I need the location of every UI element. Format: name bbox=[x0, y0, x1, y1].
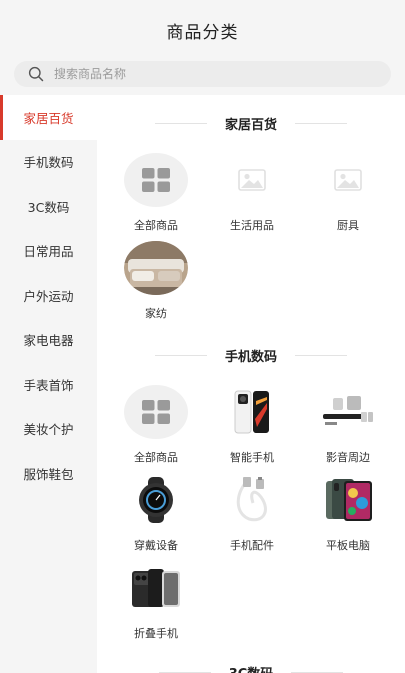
divider bbox=[154, 122, 207, 124]
subcategory-daily-goods[interactable]: 生活用品 bbox=[204, 151, 300, 239]
smartwatch-photo bbox=[124, 473, 188, 527]
sidebar-item-label: 手机数码 bbox=[23, 155, 74, 171]
section-title-phones-digital: 手机数码 bbox=[97, 327, 405, 383]
subcategory-kitchenware[interactable]: 厨具 bbox=[300, 151, 396, 239]
subcategory-label: 影音周边 bbox=[326, 451, 370, 464]
sidebar-item-label: 家居百货 bbox=[23, 110, 74, 126]
status-bar bbox=[0, 0, 405, 8]
search-bar bbox=[0, 52, 405, 93]
subcategory-label: 穿戴设备 bbox=[134, 539, 178, 552]
page-header: 商品分类 bbox=[0, 8, 405, 52]
category-sidebar: 家居百货 手机数码 3C数码 日常用品 户外运动 家电电器 手表首饰 美妆个护 … bbox=[0, 95, 97, 673]
subcategory-label: 平板电脑 bbox=[326, 539, 370, 552]
sidebar-item-label: 手表首饰 bbox=[23, 377, 74, 393]
speaker-photo bbox=[316, 385, 380, 439]
subcategory-foldable-phones[interactable]: 折叠手机 bbox=[108, 559, 204, 647]
sidebar-item-label: 家电电器 bbox=[23, 333, 74, 349]
search-icon bbox=[28, 66, 44, 82]
subcategory-smartphones[interactable]: 智能手机 bbox=[204, 383, 300, 471]
subcategory-all-products[interactable]: 全部商品 bbox=[108, 383, 204, 471]
sidebar-item-home-goods[interactable]: 家居百货 bbox=[0, 95, 97, 140]
subcategory-grid: 全部商品 智能手机 影音周边 穿戴设备 手机配件 平板电脑 折叠手机 bbox=[97, 383, 405, 647]
subcategory-label: 全部商品 bbox=[134, 219, 178, 232]
tablet-photo bbox=[316, 473, 380, 527]
sidebar-item-phones-digital[interactable]: 手机数码 bbox=[0, 140, 97, 185]
subcategory-label: 生活用品 bbox=[230, 219, 274, 232]
sidebar-item-label: 美妆个护 bbox=[23, 422, 74, 438]
sidebar-item-label: 日常用品 bbox=[23, 244, 74, 260]
subcategory-phone-accessories[interactable]: 手机配件 bbox=[204, 471, 300, 559]
subcategory-label: 智能手机 bbox=[230, 451, 274, 464]
main-body: 家居百货 手机数码 3C数码 日常用品 户外运动 家电电器 手表首饰 美妆个护 … bbox=[0, 95, 405, 673]
sidebar-item-3c-digital[interactable]: 3C数码 bbox=[0, 184, 97, 229]
sidebar-item-label: 3C数码 bbox=[27, 199, 70, 215]
subcategory-grid: 全部商品 生活用品 厨具 家纺 bbox=[97, 151, 405, 327]
divider bbox=[295, 354, 347, 356]
subcategory-label: 厨具 bbox=[337, 219, 359, 232]
category-page: 商品分类 家居百货 手机数码 3C数码 日常用品 户外运动 家电电器 手表首饰 … bbox=[0, 0, 405, 673]
subcategory-label: 家纺 bbox=[145, 307, 167, 320]
grid-icon bbox=[124, 153, 188, 207]
subcategory-all-products[interactable]: 全部商品 bbox=[108, 151, 204, 239]
sidebar-item-daily-goods[interactable]: 日常用品 bbox=[0, 229, 97, 274]
sidebar-item-watches-jewelry[interactable]: 手表首饰 bbox=[0, 362, 97, 407]
grid-icon bbox=[124, 385, 188, 439]
subcategory-label: 全部商品 bbox=[134, 451, 178, 464]
cable-photo bbox=[220, 473, 284, 527]
sidebar-item-beauty-care[interactable]: 美妆个护 bbox=[0, 407, 97, 452]
image-placeholder-icon bbox=[220, 153, 284, 207]
sidebar-item-outdoor-sports[interactable]: 户外运动 bbox=[0, 273, 97, 318]
bedroom-photo bbox=[124, 241, 188, 295]
divider bbox=[291, 671, 344, 673]
subcategory-label: 手机配件 bbox=[230, 539, 274, 552]
search-box[interactable] bbox=[14, 61, 391, 87]
divider bbox=[154, 354, 207, 356]
sidebar-item-label: 户外运动 bbox=[23, 288, 74, 304]
foldable-phone-photo bbox=[124, 561, 188, 615]
divider bbox=[158, 671, 211, 673]
subcategory-label: 折叠手机 bbox=[134, 627, 178, 640]
section-title-3c-digital: 3C数码 bbox=[97, 647, 405, 673]
image-placeholder-icon bbox=[316, 153, 380, 207]
sidebar-item-apparel-bags[interactable]: 服饰鞋包 bbox=[0, 451, 97, 496]
subcategory-home-textiles[interactable]: 家纺 bbox=[108, 239, 204, 327]
subcategory-audio-video[interactable]: 影音周边 bbox=[300, 383, 396, 471]
search-input[interactable] bbox=[54, 67, 354, 81]
page-title: 商品分类 bbox=[166, 22, 239, 43]
section-title: 家居百货 bbox=[224, 117, 277, 133]
sidebar-item-appliances[interactable]: 家电电器 bbox=[0, 318, 97, 363]
section-title: 手机数码 bbox=[224, 349, 277, 365]
sidebar-item-label: 服饰鞋包 bbox=[23, 466, 74, 482]
section-title: 3C数码 bbox=[229, 663, 274, 673]
subcategory-tablets[interactable]: 平板电脑 bbox=[300, 471, 396, 559]
section-title-home-goods: 家居百货 bbox=[97, 95, 405, 151]
category-content: 家居百货 全部商品 生活用品 厨具 家纺 手机数码 全部商品 智能手机 影音周边… bbox=[97, 95, 405, 673]
subcategory-wearables[interactable]: 穿戴设备 bbox=[108, 471, 204, 559]
divider bbox=[295, 122, 347, 124]
smartphone-photo bbox=[220, 385, 284, 439]
